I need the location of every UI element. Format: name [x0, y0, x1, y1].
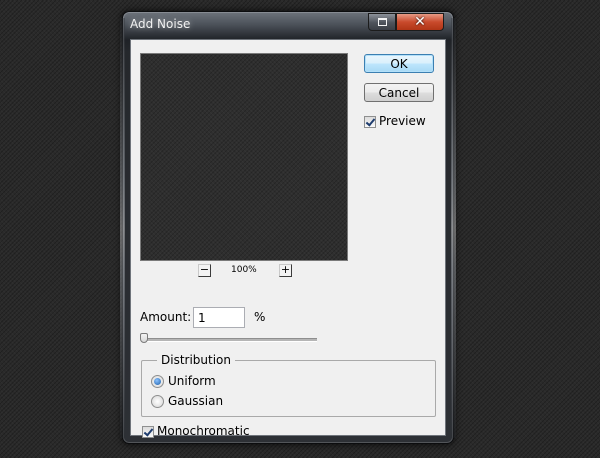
amount-unit: % — [254, 310, 266, 324]
preview-label: Preview — [379, 114, 426, 128]
zoom-level: 100% — [231, 265, 257, 275]
gaussian-radio[interactable] — [151, 395, 164, 408]
uniform-label: Uniform — [168, 374, 216, 388]
ok-button[interactable]: OK — [364, 54, 434, 73]
amount-label: Amount: — [140, 310, 192, 324]
restore-button[interactable] — [368, 13, 396, 31]
amount-input[interactable] — [193, 307, 245, 328]
amount-slider-thumb[interactable] — [140, 333, 148, 343]
close-icon: ✕ — [414, 14, 426, 30]
window-title: Add Noise — [130, 17, 191, 31]
monochromatic-checkbox[interactable] — [142, 426, 154, 438]
amount-slider-track[interactable] — [143, 338, 317, 342]
restore-icon — [377, 18, 387, 26]
distribution-group: Distribution Uniform Gaussian — [141, 353, 436, 417]
window-edge-left — [120, 18, 125, 438]
distribution-title: Distribution — [157, 353, 236, 367]
preview-canvas[interactable] — [140, 53, 348, 261]
preview-checkbox[interactable] — [364, 116, 376, 128]
gaussian-label: Gaussian — [168, 394, 224, 408]
uniform-radio[interactable] — [151, 375, 164, 388]
close-button[interactable]: ✕ — [396, 13, 444, 31]
monochromatic-label: Monochromatic — [157, 424, 250, 438]
window-edge-right — [451, 18, 456, 438]
cancel-button[interactable]: Cancel — [364, 83, 434, 102]
zoom-in-button[interactable]: + — [279, 264, 292, 277]
dialog-body: − 100% + OK Cancel Preview Amount: % Dis… — [130, 39, 446, 438]
zoom-out-button[interactable]: − — [198, 264, 211, 277]
add-noise-dialog: Add Noise ✕ − 100% + OK Cancel Preview A… — [120, 11, 456, 444]
